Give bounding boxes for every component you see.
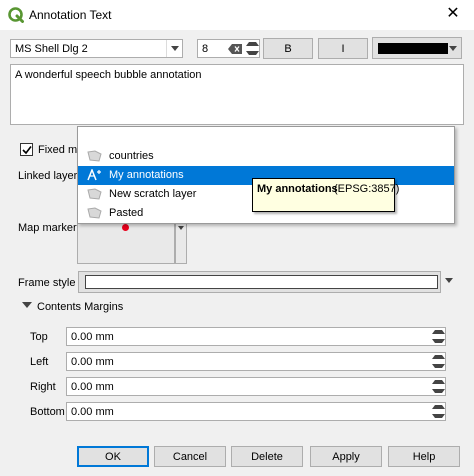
spin-down-icon[interactable] [432,337,445,346]
clear-icon[interactable] [228,44,242,54]
polygon-layer-icon [87,207,102,219]
margin-left-value: 0.00 mm [71,356,114,368]
margin-bottom-spinbox[interactable]: 0.00 mm [66,402,446,421]
layer-item-label: New scratch layer [109,188,197,200]
margin-left-label: Left [30,356,49,368]
spin-up-icon[interactable] [432,378,445,387]
frame-style-preview [85,275,438,289]
layer-item-countries[interactable]: countries [78,147,454,166]
map-marker-button[interactable] [77,222,175,264]
color-swatch [378,42,448,54]
italic-button[interactable]: I [318,38,368,59]
annotation-layer-icon [87,169,101,181]
tooltip-layer-name: My annotations [257,183,338,195]
spin-down-icon[interactable] [432,412,445,421]
tooltip-layer-crs: (EPSG:3857) [334,183,400,195]
annotation-text-edit[interactable]: A wonderful speech bubble annotation [10,64,464,125]
delete-button[interactable]: Delete [231,446,303,467]
polygon-layer-icon [87,188,102,200]
checkmark-icon [22,146,32,155]
fixed-map-checkbox[interactable] [20,143,33,156]
map-marker-dropdown[interactable] [175,222,187,264]
margin-top-label: Top [30,331,48,343]
font-size-spinbox[interactable]: 8 [197,39,260,58]
spin-up-icon[interactable] [246,40,259,49]
spin-arrows[interactable] [432,403,445,420]
spin-arrows[interactable] [432,328,445,345]
font-family-value: MS Shell Dlg 2 [15,43,88,55]
font-family-combo[interactable]: MS Shell Dlg 2 [10,39,183,58]
annotation-text-content: A wonderful speech bubble annotation [15,69,202,81]
ok-button[interactable]: OK [77,446,149,467]
spin-arrows[interactable] [432,353,445,370]
polygon-layer-icon [87,150,102,162]
margin-bottom-value: 0.00 mm [71,406,114,418]
cancel-button[interactable]: Cancel [154,446,226,467]
margin-top-spinbox[interactable]: 0.00 mm [66,327,446,346]
spin-up-icon[interactable] [432,353,445,362]
margins-group-title: Contents Margins [37,301,124,313]
layer-item-label: Pasted [109,207,144,219]
spin-down-icon[interactable] [432,362,445,371]
marker-dot-icon [122,224,129,231]
frame-style-label: Frame style [18,277,76,289]
margin-right-label: Right [30,381,56,393]
spin-down-icon[interactable] [432,387,445,396]
margin-right-spinbox[interactable]: 0.00 mm [66,377,446,396]
qgis-logo-icon [8,7,24,23]
window-title: Annotation Text [29,8,112,22]
chevron-down-icon[interactable] [166,40,182,57]
margin-top-value: 0.00 mm [71,331,114,343]
layer-item-label: countries [109,150,154,162]
map-marker-label: Map marker [18,222,77,234]
collapse-arrow-icon [22,302,32,308]
chevron-down-icon [178,226,184,230]
margin-bottom-label: Bottom [30,406,65,418]
spin-arrows[interactable] [432,378,445,395]
spin-up-icon[interactable] [432,328,445,337]
layer-item-label: My annotations [109,169,184,181]
spin-up-icon[interactable] [432,403,445,412]
font-size-value: 8 [202,43,209,55]
font-color-button[interactable] [372,37,462,59]
apply-button[interactable]: Apply [310,446,382,467]
frame-style-dropdown[interactable] [445,278,453,283]
margins-collapse-toggle[interactable] [22,302,32,308]
spin-down-icon[interactable] [246,49,259,58]
frame-style-button[interactable] [78,271,441,293]
help-button[interactable]: Help [388,446,460,467]
layer-tooltip: My annotations (EPSG:3857) [252,178,399,212]
chevron-down-icon [449,46,457,51]
margin-left-spinbox[interactable]: 0.00 mm [66,352,446,371]
bold-button[interactable]: B [263,38,313,59]
margin-right-value: 0.00 mm [71,381,114,393]
close-icon[interactable]: ✕ [438,2,468,26]
linked-layer-label: Linked layer [18,170,78,182]
spin-arrows[interactable] [246,40,259,57]
chevron-down-icon [445,278,453,283]
